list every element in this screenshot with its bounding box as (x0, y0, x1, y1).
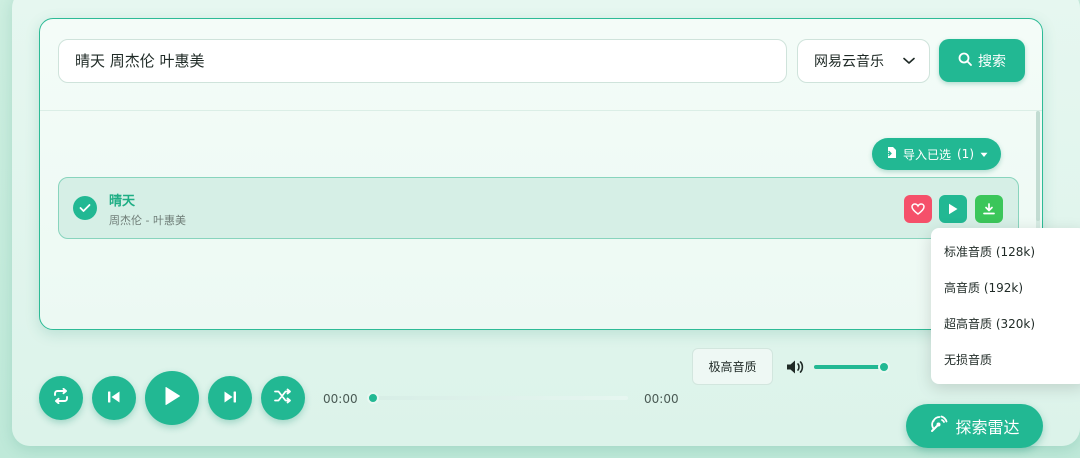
source-select-label: 网易云音乐 (814, 54, 884, 70)
import-label: 导入已选 (902, 147, 951, 162)
volume-slider[interactable] (814, 365, 888, 369)
search-bar: 晴天 周杰伦 叶惠美 网易云音乐 搜索 (40, 19, 1042, 111)
heart-icon (911, 200, 925, 219)
search-button-label: 搜索 (978, 53, 1006, 70)
radar-icon (929, 414, 949, 438)
quality-option-lossless[interactable]: 无损音质 (944, 351, 992, 368)
import-selected-button[interactable]: 导入已选 (1) (872, 138, 1001, 170)
total-time: 00:00 (644, 392, 679, 406)
source-select[interactable]: 网易云音乐 (797, 39, 930, 83)
play-icon (948, 200, 958, 219)
play-song-button[interactable] (939, 195, 967, 223)
quality-option-high[interactable]: 高音质 (192k) (944, 279, 1023, 296)
caret-down-icon (980, 147, 988, 161)
song-title: 晴天 (109, 194, 136, 209)
search-input[interactable]: 晴天 周杰伦 叶惠美 (58, 39, 787, 83)
scrollbar-thumb[interactable] (1036, 111, 1040, 221)
previous-button[interactable] (92, 376, 136, 420)
play-icon (163, 386, 181, 410)
favorite-button[interactable] (904, 195, 932, 223)
search-icon (958, 52, 972, 70)
import-icon (884, 146, 897, 162)
search-panel: 晴天 周杰伦 叶惠美 网易云音乐 搜索 导入已选 (1) 晴天 周杰伦 - 叶惠… (39, 18, 1043, 330)
progress-bar[interactable] (372, 396, 628, 400)
next-button[interactable] (208, 376, 252, 420)
explore-radar-button[interactable]: 探索雷达 (906, 404, 1043, 448)
quality-dropdown: 标准音质 (128k) 高音质 (192k) 超高音质 (320k) 无损音质 (931, 228, 1080, 384)
volume-icon[interactable] (786, 359, 806, 379)
quality-option-standard[interactable]: 标准音质 (128k) (944, 243, 1035, 260)
radar-button-label: 探索雷达 (955, 418, 1020, 437)
skip-next-icon (223, 389, 237, 408)
current-time: 00:00 (323, 392, 358, 406)
skip-previous-icon (107, 389, 121, 408)
progress-knob[interactable] (367, 392, 379, 404)
quality-option-exhigh[interactable]: 超高音质 (320k) (944, 315, 1035, 332)
quality-button[interactable]: 极高音质 (692, 348, 773, 385)
play-pause-button[interactable] (145, 371, 199, 425)
shuffle-button[interactable] (261, 376, 305, 420)
shuffle-icon (274, 388, 292, 408)
repeat-button[interactable] (39, 376, 83, 420)
song-artist: 周杰伦 - 叶惠美 (109, 214, 186, 227)
result-item[interactable]: 晴天 周杰伦 - 叶惠美 (58, 177, 1019, 239)
repeat-icon (52, 387, 70, 408)
chevron-down-icon (903, 53, 915, 69)
import-count: (1) (957, 147, 974, 161)
download-button[interactable] (975, 195, 1003, 223)
download-icon (983, 200, 995, 219)
search-button[interactable]: 搜索 (939, 39, 1025, 82)
check-icon[interactable] (73, 196, 97, 220)
